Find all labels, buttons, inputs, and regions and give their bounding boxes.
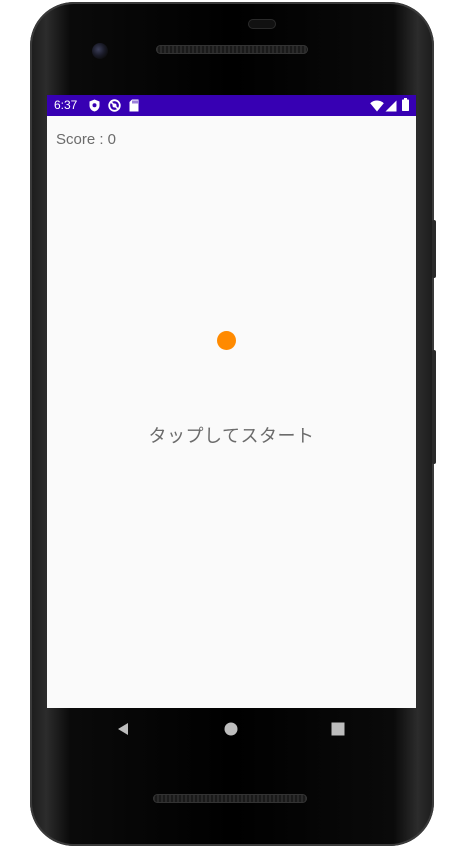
shield-icon [89, 99, 100, 117]
status-time: 6:37 [54, 98, 78, 112]
status-bar: 6:37 [47, 95, 416, 116]
navigation-bar [47, 708, 416, 750]
front-camera-icon [92, 43, 108, 59]
game-ball [217, 331, 236, 350]
home-icon[interactable] [223, 721, 239, 737]
back-icon[interactable] [115, 721, 131, 737]
cell-signal-icon [385, 99, 397, 117]
wifi-icon [370, 99, 384, 117]
bottom-speaker-grille [153, 794, 307, 803]
volume-button [432, 350, 436, 464]
recents-icon[interactable] [330, 721, 346, 737]
tap-to-start-label[interactable]: タップしてスタート [47, 422, 416, 448]
power-button [432, 220, 436, 278]
top-speaker-grille [156, 45, 308, 54]
sd-card-icon [129, 99, 139, 117]
earpiece [248, 19, 276, 29]
battery-icon [402, 98, 409, 116]
do-not-disturb-icon [108, 99, 121, 117]
score-label: Score : 0 [56, 131, 117, 148]
app-screen[interactable]: 6:37 Score: 0 タップしてスタート [47, 95, 416, 708]
